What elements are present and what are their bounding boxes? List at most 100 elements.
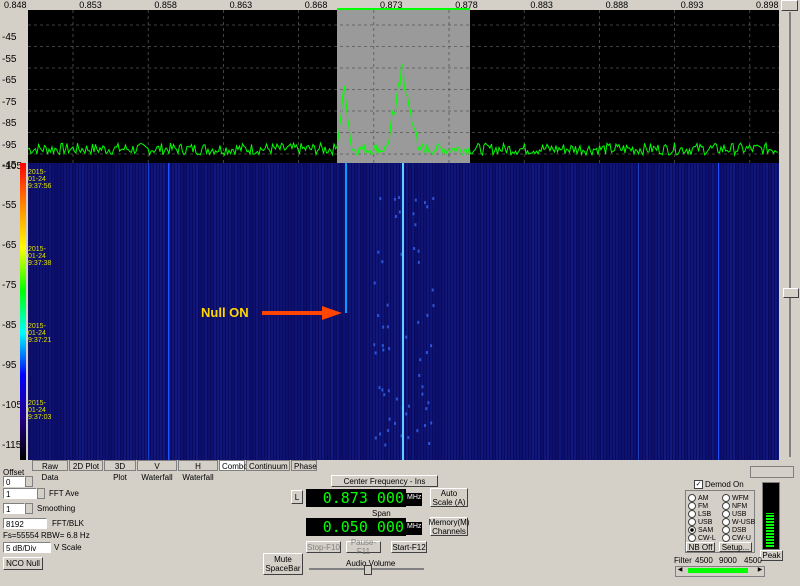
waterfall-texture xyxy=(112,163,114,460)
waterfall-texture xyxy=(388,163,390,460)
filter-passband[interactable] xyxy=(688,568,748,573)
waterfall-texture xyxy=(625,163,627,460)
waterfall-signal-speck xyxy=(377,314,380,317)
waterfall-texture xyxy=(139,163,141,460)
waterfall-texture xyxy=(619,163,621,460)
waterfall-texture xyxy=(79,163,81,460)
spectrum-plot[interactable] xyxy=(28,10,779,163)
waterfall-texture xyxy=(367,163,369,460)
mode-radio-dsb[interactable]: DSB xyxy=(722,526,746,534)
arrow-left-icon[interactable]: ◀ xyxy=(676,567,684,574)
waterfall-texture xyxy=(715,163,717,460)
offset-spinner[interactable] xyxy=(25,476,33,487)
tab-v-waterfall[interactable]: V Waterfall xyxy=(137,460,177,482)
smoothing-field[interactable]: 1 xyxy=(3,503,25,514)
vscale-select[interactable]: 5 dB/Div xyxy=(3,542,51,553)
waterfall-signal-speck xyxy=(421,392,424,396)
mode-radio-usb[interactable]: USB xyxy=(722,510,746,518)
waterfall-texture xyxy=(739,163,741,460)
nco-null-button[interactable]: NCO Null xyxy=(3,557,43,570)
radio-circle-icon xyxy=(688,518,696,526)
waterfall-texture xyxy=(532,163,534,460)
waterfall-texture xyxy=(535,163,537,460)
waterfall-texture xyxy=(256,163,258,460)
tab-2d-plot[interactable]: 2D Plot xyxy=(69,460,103,471)
tab-h-waterfall[interactable]: H Waterfall xyxy=(178,460,218,482)
pause-button[interactable]: Pause-F11 xyxy=(346,538,381,556)
tab-phase[interactable]: Phase xyxy=(291,460,317,471)
l-button[interactable]: L xyxy=(291,490,303,504)
fs-rbw-text: Fs=55554 RBW= 6.8 Hz xyxy=(3,531,90,540)
waterfall-texture xyxy=(607,163,609,460)
fft-blk-select[interactable]: 8192 xyxy=(3,518,47,529)
arrow-right-icon[interactable]: ▶ xyxy=(756,567,764,574)
scroll-thumb[interactable] xyxy=(783,288,799,298)
spectrum-db-label: -55 xyxy=(2,53,17,65)
waterfall-signal-speck xyxy=(383,393,386,397)
waterfall-db-label: -95 xyxy=(2,360,17,371)
mode-radio-usb[interactable]: USB xyxy=(688,518,712,526)
nb-off-button[interactable]: NB Off xyxy=(686,542,715,552)
mode-radio-w-usb[interactable]: W-USB xyxy=(722,518,755,526)
demod-top-control[interactable] xyxy=(750,466,794,478)
waterfall-signal-speck xyxy=(398,210,401,214)
waterfall-texture xyxy=(541,163,543,460)
mode-radio-wfm[interactable]: WFM xyxy=(722,494,749,502)
waterfall-signal-speck xyxy=(373,343,376,347)
smoothing-spinner[interactable] xyxy=(25,503,33,514)
tab-raw-data[interactable]: Raw Data xyxy=(32,460,68,482)
waterfall-texture xyxy=(601,163,603,460)
span-display[interactable]: 0.050 000 xyxy=(306,518,406,536)
waterfall-texture xyxy=(733,163,735,460)
waterfall-texture xyxy=(58,163,60,460)
frequency-tick-label: 0.883 xyxy=(530,0,553,10)
stop-button[interactable]: Stop-F10 xyxy=(306,541,341,553)
waterfall-texture xyxy=(664,163,666,460)
scroll-up-button[interactable] xyxy=(781,0,798,11)
peak-button[interactable]: Peak xyxy=(760,550,783,561)
waterfall-texture xyxy=(448,163,450,460)
setup-button[interactable]: Setup... xyxy=(719,542,752,552)
fft-ave-spinner[interactable] xyxy=(37,488,45,499)
waterfall-texture xyxy=(52,163,54,460)
tab-continuum[interactable]: Continuum xyxy=(246,460,290,471)
tab-3d-plot[interactable]: 3D Plot xyxy=(104,460,136,482)
auto-scale-button[interactable]: Auto Scale (A) xyxy=(430,488,468,507)
mute-button[interactable]: Mute SpaceBar xyxy=(263,553,303,575)
waterfall-texture xyxy=(64,163,66,460)
waterfall-signal-speck xyxy=(408,404,410,408)
waterfall-texture xyxy=(175,163,177,460)
waterfall-carrier xyxy=(638,163,639,460)
waterfall-texture xyxy=(391,163,393,460)
waterfall-signal-speck xyxy=(405,335,408,339)
mode-radio-sam[interactable]: SAM xyxy=(688,526,713,534)
tab-combo[interactable]: Combo xyxy=(219,460,248,471)
mode-radio-cw-l[interactable]: CW-L xyxy=(688,534,716,542)
offset-field[interactable]: 0 xyxy=(3,476,25,487)
waterfall-texture xyxy=(496,163,498,460)
filter-slider[interactable]: ◀ ▶ xyxy=(675,566,765,577)
waterfall-display[interactable] xyxy=(28,163,779,460)
waterfall-texture xyxy=(100,163,102,460)
mode-radio-fm[interactable]: FM xyxy=(688,502,708,510)
memory-channels-button[interactable]: Memory(M) Channels xyxy=(429,517,469,536)
mode-radio-cw-u[interactable]: CW-U xyxy=(722,534,751,542)
audio-volume-thumb[interactable] xyxy=(364,565,372,575)
waterfall-texture xyxy=(706,163,708,460)
demod-on-checkbox[interactable]: ✓ Demod On xyxy=(694,480,744,489)
waterfall-signal-speck xyxy=(421,385,424,389)
mode-radio-am[interactable]: AM xyxy=(688,494,709,502)
mode-radio-lsb[interactable]: LSB xyxy=(688,510,711,518)
frequency-display[interactable]: 0.873 000 xyxy=(306,489,406,507)
mode-radio-nfm[interactable]: NFM xyxy=(722,502,747,510)
start-button[interactable]: Start-F12 xyxy=(391,541,427,553)
waterfall-signal-speck xyxy=(387,429,390,433)
waterfall-texture xyxy=(556,163,558,460)
center-frequency-button[interactable]: Center Frequency - Ins xyxy=(331,475,438,487)
waterfall-texture xyxy=(661,163,663,460)
fft-ave-field[interactable]: 1 xyxy=(3,488,37,499)
waterfall-texture xyxy=(643,163,645,460)
waterfall-texture xyxy=(493,163,495,460)
waterfall-signal-speck xyxy=(388,347,391,351)
selection-region[interactable] xyxy=(337,10,470,163)
